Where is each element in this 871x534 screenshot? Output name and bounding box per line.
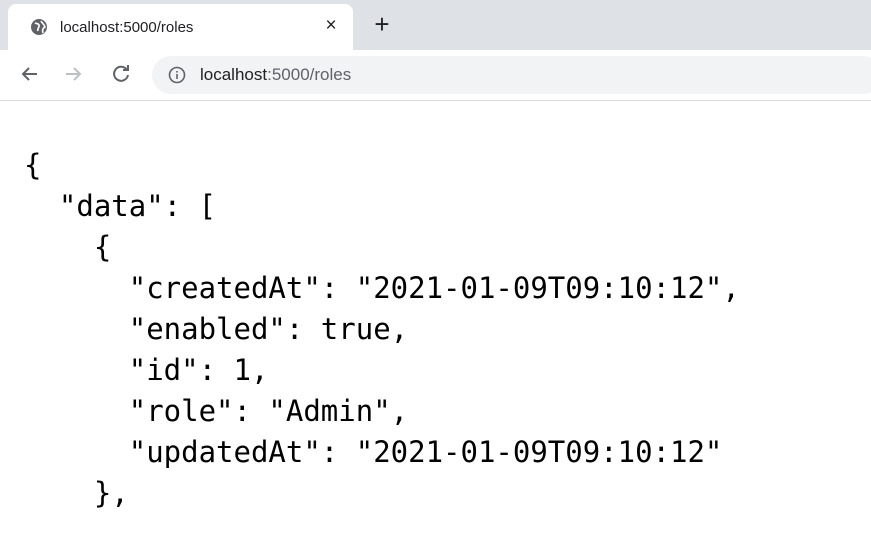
info-icon[interactable] <box>168 66 186 84</box>
json-line: "role": "Admin", <box>24 394 409 428</box>
reload-icon <box>113 65 129 82</box>
json-line: { <box>24 148 42 182</box>
close-tab-button[interactable]: × <box>320 15 342 37</box>
back-button[interactable] <box>15 59 45 89</box>
forward-button[interactable] <box>58 59 88 89</box>
url-host: localhost <box>200 65 268 84</box>
active-tab[interactable]: localhost:5000/roles × <box>8 4 353 50</box>
tab-strip: localhost:5000/roles × + <box>0 0 871 50</box>
json-line: { <box>24 230 112 264</box>
json-response: { "data": [ { "createdAt": "2021-01-09T0… <box>24 145 740 514</box>
json-line: "data": [ <box>24 189 217 223</box>
url-text[interactable]: localhost:5000/roles <box>200 65 351 85</box>
json-line: "updatedAt": "2021-01-09T09:10:12" <box>24 435 723 469</box>
url-path: :5000/roles <box>267 65 352 84</box>
address-bar[interactable]: localhost:5000/roles <box>152 56 871 94</box>
new-tab-button[interactable]: + <box>368 10 396 38</box>
arrow-right-icon <box>66 67 82 81</box>
json-line: "id": 1, <box>24 353 269 387</box>
json-line: }, <box>24 476 129 510</box>
json-line: "enabled": true, <box>24 312 409 346</box>
tab-title: localhost:5000/roles <box>60 19 194 36</box>
json-line: "createdAt": "2021-01-09T09:10:12", <box>24 271 740 305</box>
globe-icon <box>30 18 48 36</box>
browser-toolbar: localhost:5000/roles <box>0 50 871 101</box>
reload-button[interactable] <box>106 59 136 89</box>
arrow-left-icon <box>21 67 37 81</box>
